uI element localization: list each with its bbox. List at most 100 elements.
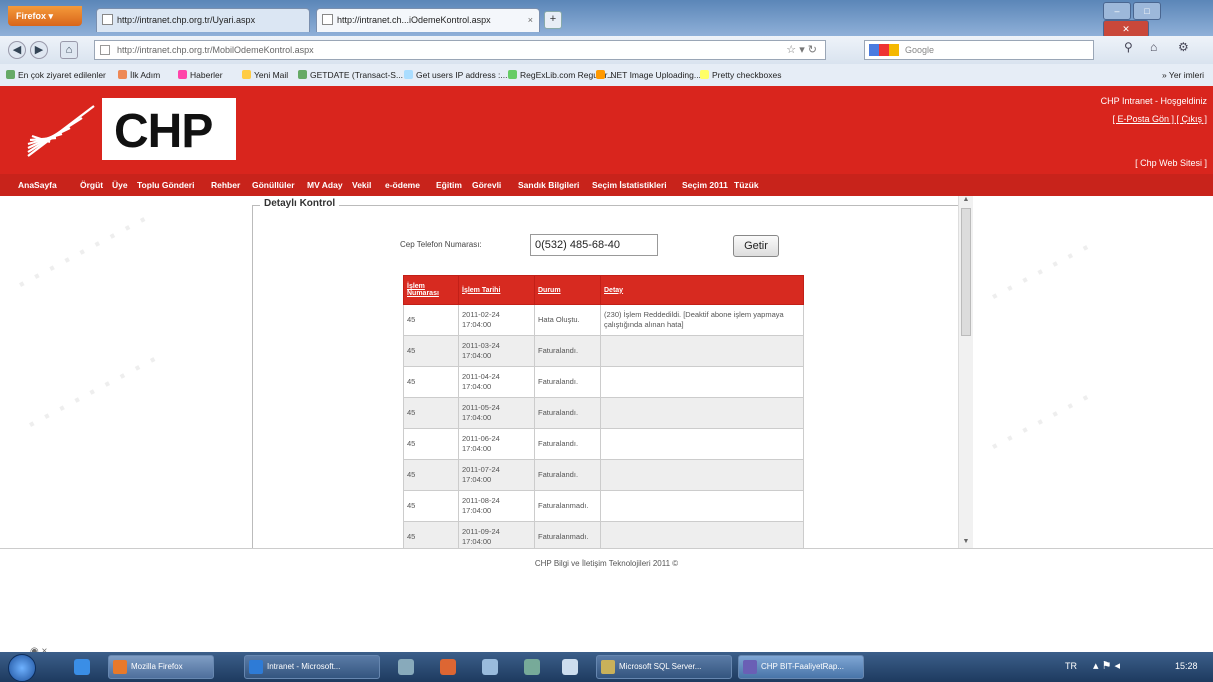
- menu-item-sandik-bilgileri[interactable]: Sandık Bilgileri: [518, 174, 579, 196]
- language-indicator[interactable]: TR: [1065, 661, 1077, 671]
- cell-detail: [600, 428, 804, 460]
- chp-logo[interactable]: CHP: [22, 98, 236, 160]
- rss-icon: [178, 70, 187, 79]
- addons-icon[interactable]: ⚙: [1178, 40, 1189, 54]
- search-icon[interactable]: ⚲: [1124, 40, 1133, 54]
- taskbar-firefox[interactable]: Mozilla Firefox: [108, 655, 214, 679]
- forward-icon[interactable]: ▶: [30, 41, 48, 59]
- maximize-button[interactable]: □: [1133, 2, 1161, 20]
- home-site-icon[interactable]: ⌂: [60, 41, 78, 59]
- navigation-toolbar: ◀ ▶ ⌂ http://intranet.chp.org.tr/MobilOd…: [0, 36, 1213, 65]
- chp-arrows-icon: [27, 105, 95, 157]
- cell-date: 2011-06-24 17:04:00: [458, 428, 535, 460]
- bookmark-item[interactable]: Pretty checkboxes: [700, 64, 781, 86]
- cell-date: 2011-08-24 17:04:00: [458, 490, 535, 522]
- cell-status: Faturalandı.: [534, 428, 601, 460]
- cell-status: Faturalandı.: [534, 335, 601, 367]
- home-icon[interactable]: ⌂: [1150, 40, 1157, 54]
- cell-detail: [600, 490, 804, 522]
- bookmark-item[interactable]: En çok ziyaret edilenler: [6, 64, 106, 86]
- cell-number: 45: [403, 459, 459, 491]
- watermark: · · · · · · ·: [984, 231, 1098, 312]
- page-icon: [404, 70, 413, 79]
- menu-item-mv-aday[interactable]: MV Aday: [307, 174, 343, 196]
- windows-taskbar: Mozilla Firefox Intranet - Microsoft... …: [0, 652, 1213, 682]
- bookmark-star-icon[interactable]: ☆ ▾ ↻: [786, 41, 817, 59]
- browser-tab-active[interactable]: http://intranet.ch...iOdemeKontrol.aspx …: [316, 8, 540, 32]
- tab-title: http://intranet.chp.org.tr/Uyari.aspx: [117, 15, 256, 25]
- column-header-durum[interactable]: Durum: [534, 275, 601, 305]
- right-pane: · · · · · · · · · · · · · ·: [975, 196, 1213, 548]
- menu-item-gorevli[interactable]: Görevli: [472, 174, 501, 196]
- minimize-button[interactable]: –: [1103, 2, 1131, 20]
- bookmarks-toolbar: En çok ziyaret edilenler İlk Adım Haberl…: [0, 64, 1213, 87]
- menu-item-rehber[interactable]: Rehber: [211, 174, 240, 196]
- chp-website-link[interactable]: [ Chp Web Sitesi ]: [1135, 158, 1207, 168]
- browser-tab[interactable]: http://intranet.chp.org.tr/Uyari.aspx: [96, 8, 310, 32]
- menu-item-uye[interactable]: Üye: [112, 174, 128, 196]
- bookmarks-menu[interactable]: » Yer imleri: [1162, 64, 1204, 86]
- menu-item-vekil[interactable]: Vekil: [352, 174, 371, 196]
- firefox-menu-button[interactable]: Firefox ▾: [8, 6, 82, 26]
- address-bar[interactable]: http://intranet.chp.org.tr/MobilOdemeKon…: [94, 40, 826, 60]
- menu-item-orgut[interactable]: Örgüt: [80, 174, 103, 196]
- table-row: 45 2011-05-24 17:04:00 Faturalandı.: [403, 397, 804, 429]
- content-scrollbar[interactable]: ▲ ▼: [958, 196, 973, 548]
- cell-number: 45: [403, 397, 459, 429]
- back-icon[interactable]: ◀: [8, 41, 26, 59]
- site-header: CHP CHP Intranet - Hoşgeldiniz [ E-Posta…: [0, 86, 1213, 174]
- taskbar-vs[interactable]: CHP BIT-FaaliyetRap...: [738, 655, 864, 679]
- cell-detail: [600, 366, 804, 398]
- menu-item-egitim[interactable]: Eğitim: [436, 174, 462, 196]
- app-icon[interactable]: [440, 659, 456, 675]
- menu-item-toplu-gonderi[interactable]: Toplu Gönderi: [137, 174, 194, 196]
- cell-detail: [600, 459, 804, 491]
- folder-icon: [242, 70, 251, 79]
- bookmark-item[interactable]: Get users IP address :...: [404, 64, 508, 86]
- bookmark-item[interactable]: GETDATE (Transact-S...: [298, 64, 403, 86]
- cell-status: Faturalandı.: [534, 459, 601, 491]
- cell-number: 45: [403, 366, 459, 398]
- scroll-up-icon[interactable]: ▲: [959, 196, 973, 206]
- app-icon[interactable]: [562, 659, 578, 675]
- google-icon: [869, 44, 899, 56]
- app-icon[interactable]: [524, 659, 540, 675]
- app-icon[interactable]: [398, 659, 414, 675]
- app-icon[interactable]: [482, 659, 498, 675]
- ie-icon[interactable]: [74, 659, 90, 675]
- clock[interactable]: 15:28: [1175, 661, 1198, 671]
- menu-item-gonulluler[interactable]: Gönüllüler: [252, 174, 295, 196]
- new-tab-button[interactable]: +: [544, 11, 562, 29]
- watermark: · · · · · · · · ·: [11, 203, 155, 300]
- cell-date: 2011-07-24 17:04:00: [458, 459, 535, 491]
- column-header-detay[interactable]: Detay: [600, 275, 804, 305]
- menu-item-tuzuk[interactable]: Tüzük: [734, 174, 759, 196]
- menu-item-secim-2011[interactable]: Seçim 2011: [682, 174, 728, 196]
- table-row: 45 2011-08-24 17:04:00 Faturalanmadı.: [403, 490, 804, 522]
- phone-input[interactable]: [530, 234, 658, 256]
- menu-item-e-odeme[interactable]: e-ödeme: [385, 174, 420, 196]
- menu-item-secim-istatistikleri[interactable]: Seçim İstatistikleri: [592, 174, 667, 196]
- bookmark-item[interactable]: Yeni Mail: [242, 64, 288, 86]
- watermark: · · · · · · · · ·: [21, 343, 165, 440]
- bookmark-item[interactable]: .NET Image Uploading...: [596, 64, 701, 86]
- search-placeholder: Google: [905, 45, 935, 55]
- search-box[interactable]: Google: [864, 40, 1094, 60]
- bookmark-item[interactable]: İlk Adım: [118, 64, 160, 86]
- scroll-down-icon[interactable]: ▼: [959, 538, 973, 548]
- bookmark-item[interactable]: Haberler: [178, 64, 223, 86]
- user-links[interactable]: [ E-Posta Gön ] [ Çıkış ]: [1101, 110, 1207, 128]
- column-header-islem-tarihi[interactable]: İşlem Tarihi: [458, 275, 535, 305]
- menu-item-anasayfa[interactable]: AnaSayfa: [18, 174, 57, 196]
- taskbar-sql-server[interactable]: Microsoft SQL Server...: [596, 655, 732, 679]
- getir-button[interactable]: Getir: [733, 235, 779, 257]
- close-tab-icon[interactable]: ×: [528, 9, 533, 31]
- footer-text: CHP Bilgi ve İletişim Teknolojileri 2011…: [534, 559, 679, 568]
- taskbar-intranet[interactable]: Intranet - Microsoft...: [244, 655, 380, 679]
- tray-icons[interactable]: ▴ ⚑ ◂: [1093, 659, 1120, 672]
- cell-status: Faturalandı.: [534, 366, 601, 398]
- start-button[interactable]: [8, 654, 36, 682]
- column-header-islem-numarasi[interactable]: İşlem Numarası: [403, 275, 459, 305]
- cell-detail: (230) İşlem Reddedildi. [Deaktif abone i…: [600, 304, 804, 336]
- scroll-thumb[interactable]: [961, 208, 971, 336]
